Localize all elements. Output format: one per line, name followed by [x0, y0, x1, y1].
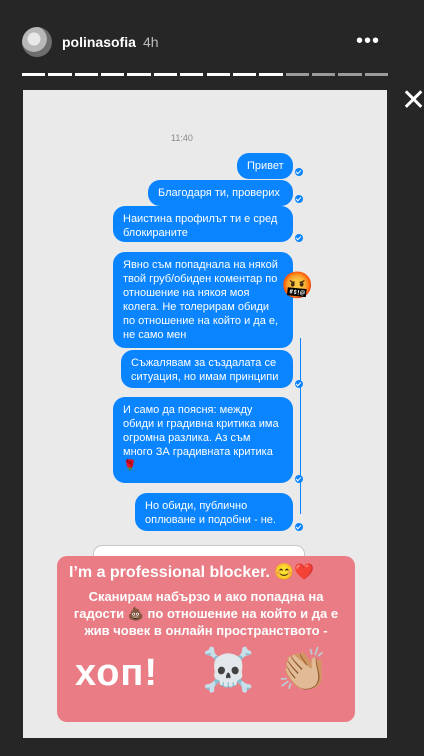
progress-segment [153, 73, 178, 76]
progress-segment [206, 73, 230, 76]
smile-heart-emoji: 😊❤️ [274, 564, 315, 581]
skull-emoji: ☠️ [202, 646, 255, 693]
read-check-icon [295, 234, 303, 242]
progress-segment [22, 73, 46, 76]
progress-segment [285, 73, 309, 76]
read-check-icon [295, 380, 303, 388]
read-check-icon [295, 195, 303, 203]
chat-message: Привет [237, 153, 293, 179]
thread-line [300, 338, 301, 514]
post-time: 4h [143, 34, 159, 50]
username[interactable]: polinasofia [62, 34, 136, 50]
more-options-icon[interactable]: ••• [356, 30, 380, 53]
chat-message: Благодаря ти, проверих [148, 180, 293, 206]
chat-message: И само да поясня: между обиди и градивна… [113, 397, 293, 483]
avatar[interactable] [22, 27, 52, 57]
progress-segment [74, 73, 99, 76]
chat-timestamp: 11:40 [171, 133, 193, 143]
overlay-title-text: I’m a professional blocker. [69, 564, 270, 581]
progress-segment [48, 73, 72, 76]
overlay-big-text: хоп! [75, 652, 159, 694]
read-check-icon [295, 475, 303, 483]
story-content[interactable]: 11:40 Привет Благодаря ти, проверих Наис… [23, 90, 387, 738]
progress-segment [127, 73, 151, 76]
story-header: polinasofia 4h ••• [0, 0, 424, 90]
chat-message: Наистина профилът ти е сред блокираните [113, 206, 293, 242]
progress-segment [259, 73, 283, 76]
clapping-hands-emoji: 👏🏼 [277, 646, 330, 693]
read-check-icon [295, 168, 303, 176]
progress-segment [311, 73, 336, 76]
progress-segment [101, 73, 125, 76]
progress-segment [364, 73, 388, 76]
read-check-icon [295, 523, 303, 531]
chat-message: Съжалявам за създалата се ситуация, но и… [121, 350, 293, 388]
progress-segment [232, 73, 257, 76]
overlay-body: Сканирам набързо и ако попадна на гадост… [73, 589, 339, 638]
chat-message-text: И само да поясня: между обиди и градивна… [123, 404, 279, 458]
story-progress-bar [22, 73, 388, 76]
angry-face-emoji: 🤬 [281, 270, 314, 300]
close-icon[interactable]: ✕ [401, 86, 424, 116]
progress-segment [338, 73, 362, 76]
chat-message: Но обиди, публично оплюване и подобни - … [135, 493, 293, 531]
chat-message: Явно съм попаднала на някой твой груб/об… [113, 252, 293, 348]
progress-segment [180, 73, 204, 76]
overlay-title: I’m a professional blocker. 😊❤️ [69, 562, 314, 582]
rose-emoji: 🌹 [123, 460, 137, 472]
text-overlay-card: I’m a professional blocker. 😊❤️ Сканирам… [57, 556, 355, 722]
